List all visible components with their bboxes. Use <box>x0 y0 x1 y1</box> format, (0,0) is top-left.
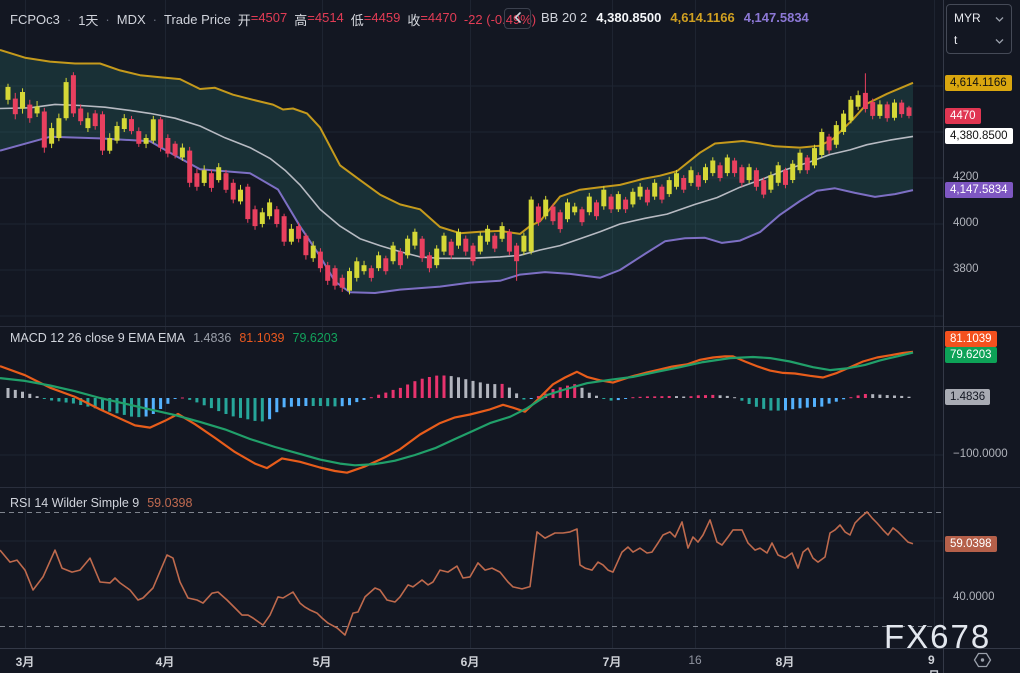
back-button[interactable] <box>504 8 531 29</box>
bb-mid-badge: 4,380.8500 <box>945 128 1013 144</box>
bb-mid-value: 4,380.8500 <box>596 10 662 25</box>
price-axis-tick: 4000 <box>953 217 979 229</box>
symbol-header: FCPOc3 · 1天 · MDX · Trade Price 开 =4507 高… <box>10 10 536 29</box>
fx678-watermark: FX678 <box>884 618 992 655</box>
macd-signal-value: 79.6203 <box>292 331 338 345</box>
trading-chart-app: FCPOc3 · 1天 · MDX · Trade Price 开 =4507 高… <box>0 0 1020 673</box>
macd-hist-value: 1.4836 <box>193 331 232 345</box>
macd-axis-tick: −100.0000 <box>953 448 1008 460</box>
time-axis-label: 5月 <box>312 655 332 669</box>
last-price-badge: 4470 <box>945 108 981 124</box>
macd-badge: 81.1039 <box>945 331 997 347</box>
ohlc-low: 低 =4459 <box>350 10 401 28</box>
chevron-left-icon <box>514 11 521 26</box>
time-axis-label: 16 <box>688 653 702 667</box>
bb-upper-value: 4,614.1166 <box>670 10 735 25</box>
bb-lower-badge: 4,147.5834 <box>945 182 1013 198</box>
price-axis-tick: 3800 <box>953 263 979 275</box>
bb-lower-value: 4,147.5834 <box>743 10 809 25</box>
ohlc-high: 高 =4514 <box>294 10 344 28</box>
chevron-down-icon <box>995 33 1004 47</box>
axis-settings-box: MYR t <box>946 4 1012 54</box>
unit-dropdown[interactable]: t <box>954 33 1004 47</box>
rsi-value: 59.0398 <box>147 496 193 510</box>
ohlc-close: 收 =4470 <box>407 10 457 28</box>
rsi-header: RSI 14 Wilder Simple 9 59.0398 <box>10 496 192 510</box>
hexagon-dot-icon <box>973 652 993 671</box>
exchange-label: MDX <box>116 12 146 27</box>
bb-indicator-label[interactable]: BB 20 2 <box>541 10 587 25</box>
chevron-down-icon <box>995 11 1004 25</box>
rsi-badge: 59.0398 <box>945 536 997 552</box>
bollinger-header: BB 20 2 4,380.8500 4,614.1166 4,147.5834 <box>541 10 809 25</box>
time-axis[interactable]: 3月 4月 5月 6月 7月 16 8月 9月 <box>0 648 944 673</box>
time-axis-label: 6月 <box>460 655 480 669</box>
price-axis[interactable]: MYR t 4200 4000 3800 −100.0000 40.0000 4,614.… <box>944 0 1020 648</box>
time-axis-label: 3月 <box>15 655 35 669</box>
macd-signal-badge: 79.6203 <box>945 347 997 363</box>
interval-label[interactable]: 1天 <box>78 10 98 29</box>
unit-label: t <box>954 33 958 47</box>
currency-dropdown[interactable]: MYR <box>954 11 1004 25</box>
time-axis-label: 8月 <box>775 655 795 669</box>
separator-dot: · <box>66 12 72 27</box>
separator-dot: · <box>152 12 157 27</box>
time-axis-label: 4月 <box>155 655 175 669</box>
ohlc-open: 开 =4507 <box>237 10 288 28</box>
rsi-axis-tick: 40.0000 <box>953 591 995 603</box>
symbol-name[interactable]: FCPOc3 <box>10 12 60 27</box>
rsi-indicator <box>0 511 943 636</box>
rsi-line <box>0 511 914 636</box>
series-type-label: Trade Price <box>164 12 231 27</box>
macd-signal-line <box>0 351 914 467</box>
macd-header: MACD 12 26 close 9 EMA EMA 1.4836 81.103… <box>10 331 338 345</box>
bb-upper-badge: 4,614.1166 <box>945 75 1012 91</box>
rsi-indicator-label[interactable]: RSI 14 Wilder Simple 9 <box>10 496 139 510</box>
macd-indicator-label[interactable]: MACD 12 26 close 9 EMA EMA <box>10 331 185 345</box>
macd-hist-badge: 1.4836 <box>945 389 991 405</box>
time-axis-label: 7月 <box>602 655 622 669</box>
currency-label: MYR <box>954 11 981 25</box>
separator-dot: · <box>105 12 110 27</box>
time-axis-label: 9月 <box>928 653 940 673</box>
macd-line-value: 81.1039 <box>239 331 285 345</box>
